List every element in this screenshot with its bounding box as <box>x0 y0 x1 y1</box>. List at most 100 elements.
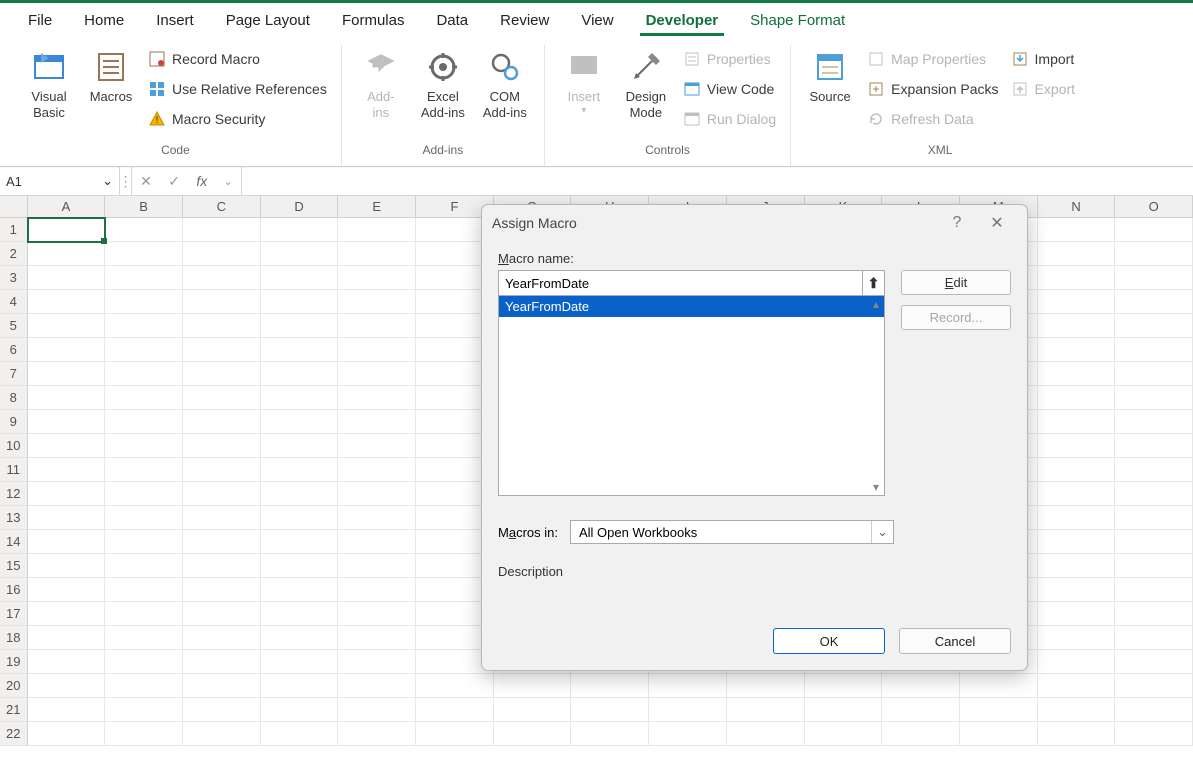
cell[interactable] <box>1038 626 1116 650</box>
cell[interactable] <box>28 338 106 362</box>
cell[interactable] <box>105 314 183 338</box>
cell[interactable] <box>1038 578 1116 602</box>
cell[interactable] <box>1115 650 1193 674</box>
cell[interactable] <box>1115 506 1193 530</box>
cell[interactable] <box>1115 386 1193 410</box>
cell[interactable] <box>105 530 183 554</box>
cell[interactable] <box>1115 218 1193 242</box>
cell[interactable] <box>338 458 416 482</box>
cell[interactable] <box>28 458 106 482</box>
cell[interactable] <box>261 434 339 458</box>
cell[interactable] <box>105 674 183 698</box>
column-header[interactable]: D <box>261 196 339 217</box>
row-header[interactable]: 4 <box>0 290 28 314</box>
cell[interactable] <box>338 410 416 434</box>
cell[interactable] <box>1115 482 1193 506</box>
cell[interactable] <box>105 290 183 314</box>
cell[interactable] <box>1038 410 1116 434</box>
cell[interactable] <box>183 578 261 602</box>
cell[interactable] <box>1115 698 1193 722</box>
cell[interactable] <box>261 698 339 722</box>
cell[interactable] <box>1115 362 1193 386</box>
cell[interactable] <box>1038 506 1116 530</box>
row-header[interactable]: 10 <box>0 434 28 458</box>
cell[interactable] <box>1115 578 1193 602</box>
cell[interactable] <box>1115 602 1193 626</box>
cell[interactable] <box>805 674 883 698</box>
cell[interactable] <box>1038 650 1116 674</box>
cell[interactable] <box>183 506 261 530</box>
cell[interactable] <box>1038 362 1116 386</box>
macros-button[interactable]: Macros <box>82 45 140 145</box>
cell[interactable] <box>1115 626 1193 650</box>
cell[interactable] <box>28 482 106 506</box>
cell[interactable] <box>1038 386 1116 410</box>
cell[interactable] <box>105 242 183 266</box>
dialog-titlebar[interactable]: Assign Macro ? ✕ <box>482 205 1027 241</box>
cell[interactable] <box>1038 290 1116 314</box>
cell[interactable] <box>338 674 416 698</box>
cell[interactable] <box>1115 434 1193 458</box>
cell[interactable] <box>261 578 339 602</box>
record-macro-button[interactable]: Record Macro <box>144 47 331 71</box>
tab-page-layout[interactable]: Page Layout <box>210 6 326 35</box>
column-header[interactable]: A <box>28 196 106 217</box>
cell[interactable] <box>261 458 339 482</box>
cell[interactable] <box>183 554 261 578</box>
tab-file[interactable]: File <box>12 6 68 35</box>
cell[interactable] <box>649 674 727 698</box>
cell[interactable] <box>1115 530 1193 554</box>
visual-basic-button[interactable]: Visual Basic <box>20 45 78 145</box>
column-header[interactable]: C <box>183 196 261 217</box>
cell[interactable] <box>494 674 572 698</box>
tab-developer[interactable]: Developer <box>630 6 735 35</box>
cell[interactable] <box>183 338 261 362</box>
insert-control-button[interactable]: Insert ▾ <box>555 45 613 145</box>
cell[interactable] <box>1038 698 1116 722</box>
cell[interactable] <box>105 602 183 626</box>
cell[interactable] <box>1115 674 1193 698</box>
cell[interactable] <box>649 722 727 746</box>
run-dialog-button[interactable]: Run Dialog <box>679 107 780 131</box>
cell[interactable] <box>1115 554 1193 578</box>
tab-shape-format[interactable]: Shape Format <box>734 6 861 35</box>
row-header[interactable]: 8 <box>0 386 28 410</box>
cell[interactable] <box>28 290 106 314</box>
cell[interactable] <box>338 554 416 578</box>
cell[interactable] <box>571 674 649 698</box>
cell[interactable] <box>727 698 805 722</box>
cell[interactable] <box>105 482 183 506</box>
cell[interactable] <box>1038 554 1116 578</box>
properties-button[interactable]: Properties <box>679 47 780 71</box>
cell[interactable] <box>1038 266 1116 290</box>
cell[interactable] <box>727 722 805 746</box>
row-header[interactable]: 15 <box>0 554 28 578</box>
cell[interactable] <box>28 530 106 554</box>
cell[interactable] <box>261 338 339 362</box>
cell[interactable] <box>183 674 261 698</box>
cell[interactable] <box>338 314 416 338</box>
cell[interactable] <box>105 626 183 650</box>
close-icon[interactable]: ✕ <box>977 213 1017 233</box>
cell[interactable] <box>416 674 494 698</box>
cell[interactable] <box>261 530 339 554</box>
cell[interactable] <box>183 698 261 722</box>
cell[interactable] <box>261 506 339 530</box>
cell[interactable] <box>28 722 106 746</box>
cell[interactable] <box>105 266 183 290</box>
cell[interactable] <box>183 626 261 650</box>
row-header[interactable]: 12 <box>0 482 28 506</box>
import-button[interactable]: Import <box>1007 47 1079 71</box>
macro-go-button[interactable]: ⬆ <box>863 270 885 296</box>
cell[interactable] <box>261 266 339 290</box>
cell[interactable] <box>1038 722 1116 746</box>
row-header[interactable]: 17 <box>0 602 28 626</box>
cell[interactable] <box>261 602 339 626</box>
select-all-corner[interactable] <box>0 196 28 217</box>
tab-home[interactable]: Home <box>68 6 140 35</box>
cell[interactable] <box>105 410 183 434</box>
cell[interactable] <box>28 410 106 434</box>
enter-icon[interactable]: ✓ <box>168 173 180 190</box>
cell[interactable] <box>28 218 106 242</box>
cell[interactable] <box>183 482 261 506</box>
